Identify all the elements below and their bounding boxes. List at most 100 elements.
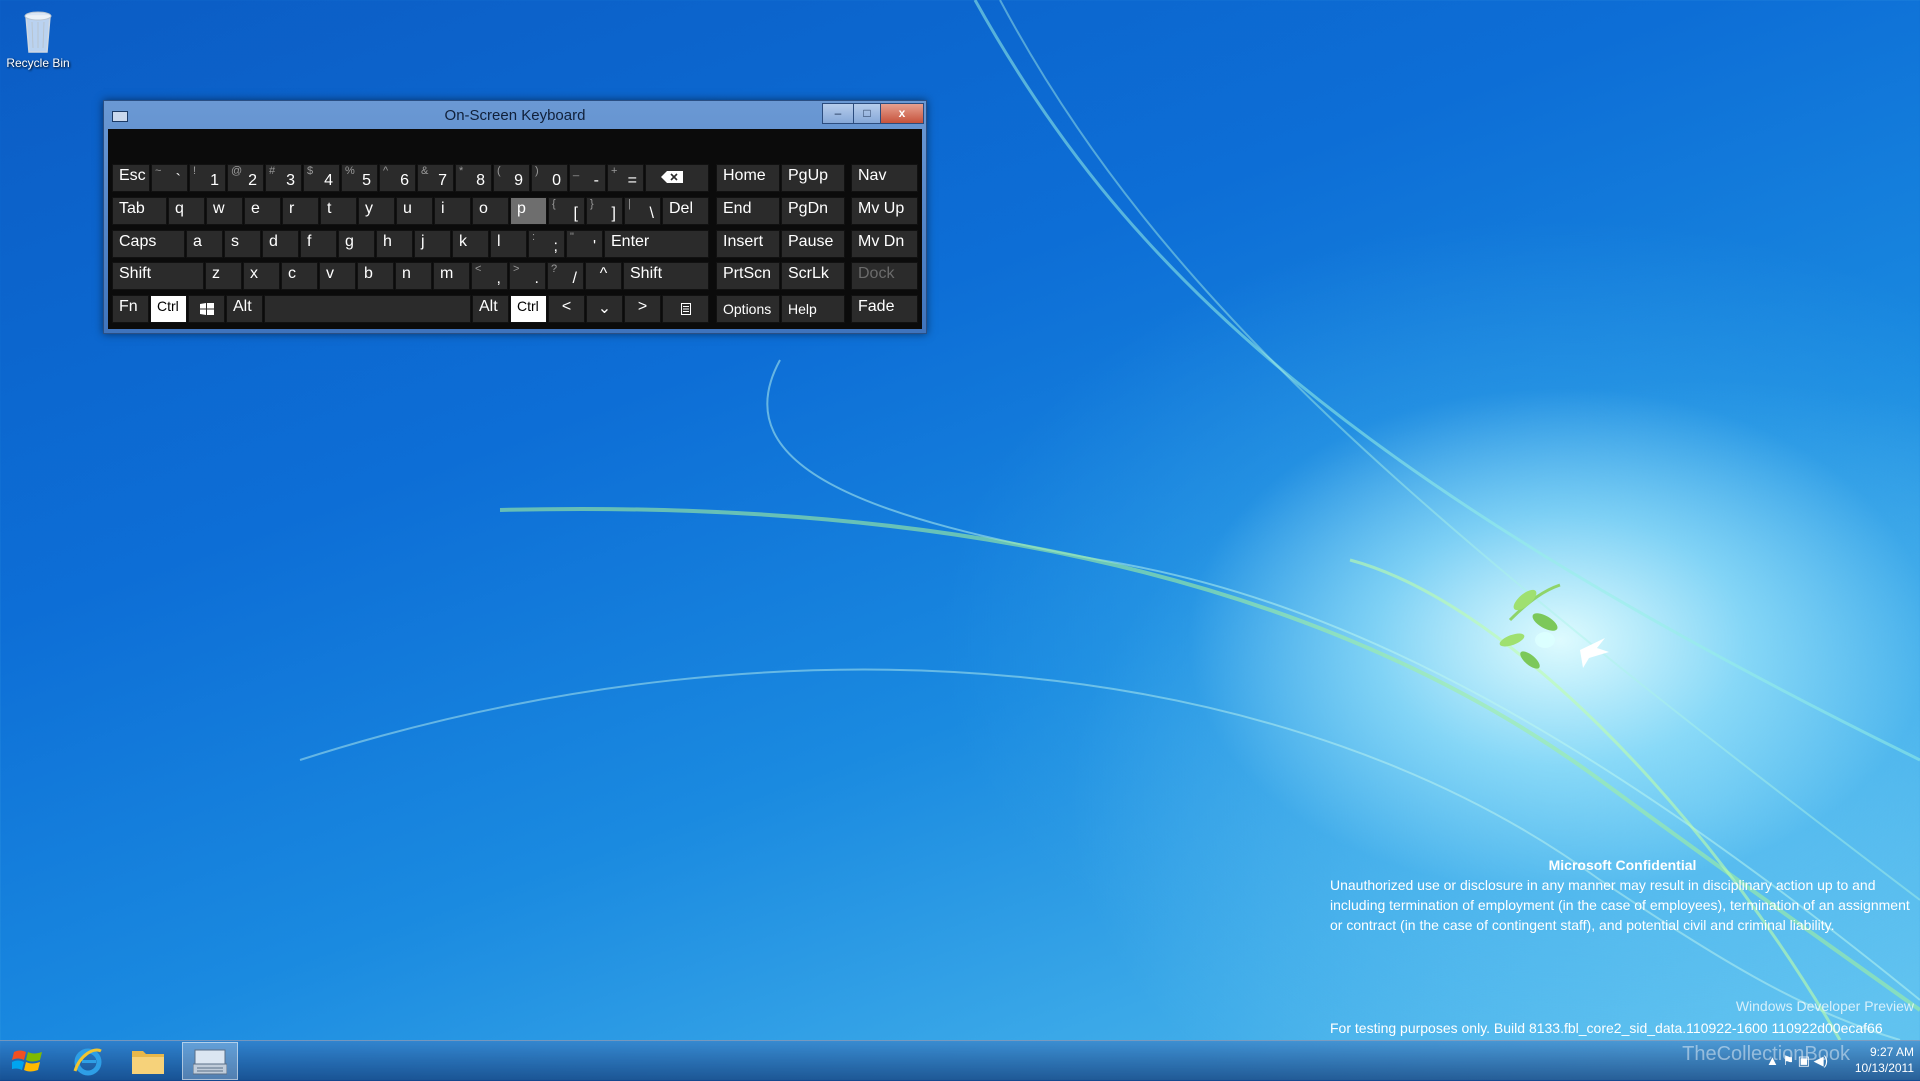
key-insert[interactable]: Insert bbox=[716, 230, 780, 258]
key-windows[interactable] bbox=[188, 295, 225, 323]
key-backtick[interactable]: ~ ` bbox=[151, 164, 188, 192]
key-x[interactable]: x bbox=[243, 262, 280, 290]
key-0[interactable]: ) 0 bbox=[531, 164, 568, 192]
title-bar[interactable]: On-Screen Keyboard – □ x bbox=[104, 101, 926, 129]
key-6[interactable]: ^ 6 bbox=[379, 164, 416, 192]
key-shift-right[interactable]: Shift bbox=[623, 262, 709, 290]
key-b[interactable]: b bbox=[357, 262, 394, 290]
key-l[interactable]: l bbox=[490, 230, 527, 258]
key-space[interactable] bbox=[264, 295, 471, 323]
key-y[interactable]: y bbox=[358, 197, 395, 225]
key-tab[interactable]: Tab bbox=[112, 197, 167, 225]
key-arrow-up[interactable]: ^ bbox=[585, 262, 622, 290]
key-i[interactable]: i bbox=[434, 197, 471, 225]
key-minus[interactable]: _ - bbox=[569, 164, 606, 192]
key-left-bracket[interactable]: {[ bbox=[548, 197, 585, 225]
key-p[interactable]: p bbox=[510, 197, 547, 225]
key-m[interactable]: m bbox=[433, 262, 470, 290]
key-7-main: 7 bbox=[438, 172, 447, 189]
key-prtscn[interactable]: PrtScn bbox=[716, 262, 780, 290]
key-backslash[interactable]: | \ bbox=[624, 197, 661, 225]
key-dock[interactable]: Dock bbox=[851, 262, 918, 290]
key-g[interactable]: g bbox=[338, 230, 375, 258]
volume-icon[interactable]: ◀) bbox=[1814, 1053, 1828, 1068]
network-icon[interactable]: ▣ bbox=[1798, 1053, 1810, 1068]
key-help[interactable]: Help bbox=[781, 295, 845, 323]
key-mv-up[interactable]: Mv Up bbox=[851, 197, 918, 225]
key-pgdn[interactable]: PgDn bbox=[781, 197, 845, 225]
key-fade[interactable]: Fade bbox=[851, 295, 918, 323]
key-pause[interactable]: Pause bbox=[781, 230, 845, 258]
key-arrow-left[interactable]: < bbox=[548, 295, 585, 323]
key-equals[interactable]: + = bbox=[607, 164, 644, 192]
key-7[interactable]: & 7 bbox=[417, 164, 454, 192]
recycle-bin-icon bbox=[24, 11, 52, 53]
taskbar-internet-explorer[interactable] bbox=[60, 1042, 116, 1080]
flag-icon[interactable]: ⚑ bbox=[1782, 1053, 1794, 1068]
key-options[interactable]: Options bbox=[716, 295, 780, 323]
key-a[interactable]: a bbox=[186, 230, 223, 258]
key-menu[interactable] bbox=[662, 295, 709, 323]
key-c[interactable]: c bbox=[281, 262, 318, 290]
key-backspace[interactable] bbox=[645, 164, 709, 192]
key-pgup[interactable]: PgUp bbox=[781, 164, 845, 192]
key-e[interactable]: e bbox=[244, 197, 281, 225]
key-alt-left[interactable]: Alt bbox=[226, 295, 263, 323]
key-t[interactable]: t bbox=[320, 197, 357, 225]
key-del[interactable]: Del bbox=[662, 197, 709, 225]
show-hidden-icons-icon[interactable]: ▲ bbox=[1766, 1053, 1779, 1068]
key-n[interactable]: n bbox=[395, 262, 432, 290]
key-w[interactable]: w bbox=[206, 197, 243, 225]
clock[interactable]: 9:27 AM 10/13/2011 bbox=[1855, 1044, 1914, 1076]
key-1[interactable]: ! 1 bbox=[189, 164, 226, 192]
key-q[interactable]: q bbox=[168, 197, 205, 225]
key-right-bracket[interactable]: }] bbox=[586, 197, 623, 225]
key-5[interactable]: % 5 bbox=[341, 164, 378, 192]
key-comma[interactable]: <, bbox=[471, 262, 508, 290]
key-9[interactable]: (9 bbox=[493, 164, 530, 192]
key-caps[interactable]: Caps bbox=[112, 230, 185, 258]
key-2[interactable]: @2 bbox=[227, 164, 264, 192]
key-esc[interactable]: Esc bbox=[112, 164, 150, 192]
key-k[interactable]: k bbox=[452, 230, 489, 258]
key-u[interactable]: u bbox=[396, 197, 433, 225]
key-ctrl-left[interactable]: Ctrl bbox=[150, 295, 187, 323]
key-backtick-shift: ~ bbox=[155, 165, 162, 177]
close-button[interactable]: x bbox=[880, 103, 924, 124]
start-button[interactable] bbox=[0, 1042, 56, 1080]
key-home[interactable]: Home bbox=[716, 164, 780, 192]
key-fn[interactable]: Fn bbox=[112, 295, 149, 323]
taskbar-on-screen-keyboard[interactable] bbox=[182, 1042, 238, 1080]
key-o[interactable]: o bbox=[472, 197, 509, 225]
folder-icon bbox=[132, 1051, 164, 1074]
key-alt-right[interactable]: Alt bbox=[472, 295, 509, 323]
key-s[interactable]: s bbox=[224, 230, 261, 258]
key-4[interactable]: $4 bbox=[303, 164, 340, 192]
taskbar-file-explorer[interactable] bbox=[120, 1042, 176, 1080]
key-semicolon[interactable]: :; bbox=[528, 230, 565, 258]
key-mv-dn[interactable]: Mv Dn bbox=[851, 230, 918, 258]
key-f[interactable]: f bbox=[300, 230, 337, 258]
key-nav[interactable]: Nav bbox=[851, 164, 918, 192]
key-j[interactable]: j bbox=[414, 230, 451, 258]
key-3[interactable]: #3 bbox=[265, 164, 302, 192]
key-h[interactable]: h bbox=[376, 230, 413, 258]
key-z[interactable]: z bbox=[205, 262, 242, 290]
key-scrlk[interactable]: ScrLk bbox=[781, 262, 845, 290]
key-end[interactable]: End bbox=[716, 197, 780, 225]
maximize-button[interactable]: □ bbox=[853, 103, 881, 124]
key-v[interactable]: v bbox=[319, 262, 356, 290]
key-period[interactable]: >. bbox=[509, 262, 546, 290]
key-d[interactable]: d bbox=[262, 230, 299, 258]
key-8[interactable]: * 8 bbox=[455, 164, 492, 192]
minimize-button[interactable]: – bbox=[822, 103, 854, 124]
key-r[interactable]: r bbox=[282, 197, 319, 225]
key-enter[interactable]: Enter bbox=[604, 230, 709, 258]
key-arrow-down[interactable]: ⌄ bbox=[586, 295, 623, 323]
key-slash[interactable]: ? / bbox=[547, 262, 584, 290]
recycle-bin-desktop-icon[interactable]: Recycle Bin bbox=[4, 6, 72, 70]
key-ctrl-right[interactable]: Ctrl bbox=[510, 295, 547, 323]
key-arrow-right[interactable]: > bbox=[624, 295, 661, 323]
key-quote[interactable]: " ' bbox=[566, 230, 603, 258]
key-shift-left[interactable]: Shift bbox=[112, 262, 204, 290]
